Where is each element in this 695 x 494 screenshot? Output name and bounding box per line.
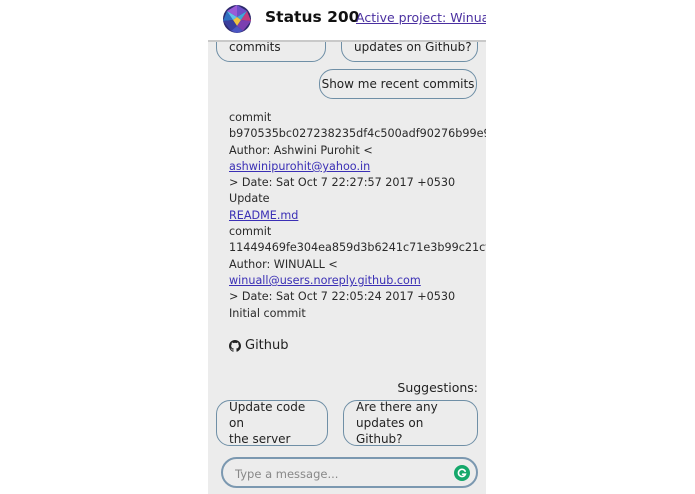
- commit-1-date: > Date: Sat Oct 7 22:27:57 2017 +0530: [229, 176, 456, 190]
- suggestions-label: Suggestions:: [397, 380, 478, 395]
- suggestion-update-code-line2: the server: [229, 432, 291, 446]
- commit-log-message: commit b970535bc027238235df4c500adf90276…: [229, 110, 486, 322]
- commit-1-label: commit: [229, 111, 272, 124]
- commit-2-message: Initial commit: [229, 306, 306, 320]
- commit-2-hash: 11449469fe304ea859d3b6241c71e3b99c21cf03: [229, 241, 486, 255]
- chat-area[interactable]: commits updates on Github? Show me recen…: [208, 0, 486, 494]
- suggestion-github-updates-line2: updates on Github?: [356, 416, 424, 446]
- app-header: Status 200 Active project: Winuall: [208, 0, 486, 42]
- user-message-text: Show me recent commits: [321, 77, 475, 91]
- commit-1-email-link[interactable]: ashwinipurohit@yahoo.in: [229, 160, 370, 173]
- chat-app: commits updates on Github? Show me recen…: [208, 0, 486, 494]
- message-composer: [221, 457, 478, 488]
- commit-2-email-link[interactable]: winuall@users.noreply.github.com: [229, 274, 421, 287]
- user-message-bubble: Show me recent commits: [319, 69, 477, 99]
- suggestion-update-code-line1: Update code on: [229, 400, 306, 430]
- github-link-label: Github: [245, 338, 289, 353]
- commit-1-author: Author: Ashwini Purohit <: [229, 143, 373, 157]
- github-link[interactable]: Github: [229, 338, 289, 353]
- commit-1-file-link[interactable]: README.md: [229, 209, 298, 222]
- commit-2-label: commit: [229, 225, 272, 239]
- suggestion-github-updates[interactable]: Are there any updates on Github?: [343, 400, 478, 446]
- commit-1-message: Update: [229, 192, 270, 206]
- grammarly-icon[interactable]: [454, 465, 470, 481]
- message-input[interactable]: [233, 464, 447, 484]
- suggestion-github-updates-line1: Are there any: [356, 400, 438, 414]
- app-logo-icon: [223, 5, 251, 33]
- active-project-link[interactable]: Active project: Winuall: [356, 10, 486, 25]
- commit-2-date: > Date: Sat Oct 7 22:05:24 2017 +0530: [229, 290, 456, 304]
- commit-1-hash: b970535bc027238235df4c500adf90276b99e9d3: [229, 127, 486, 141]
- app-title: Status 200: [265, 8, 360, 26]
- suggestion-update-code[interactable]: Update code on the server: [216, 400, 328, 446]
- github-icon: [229, 339, 241, 352]
- commit-2-author: Author: WINUALL <: [229, 257, 338, 271]
